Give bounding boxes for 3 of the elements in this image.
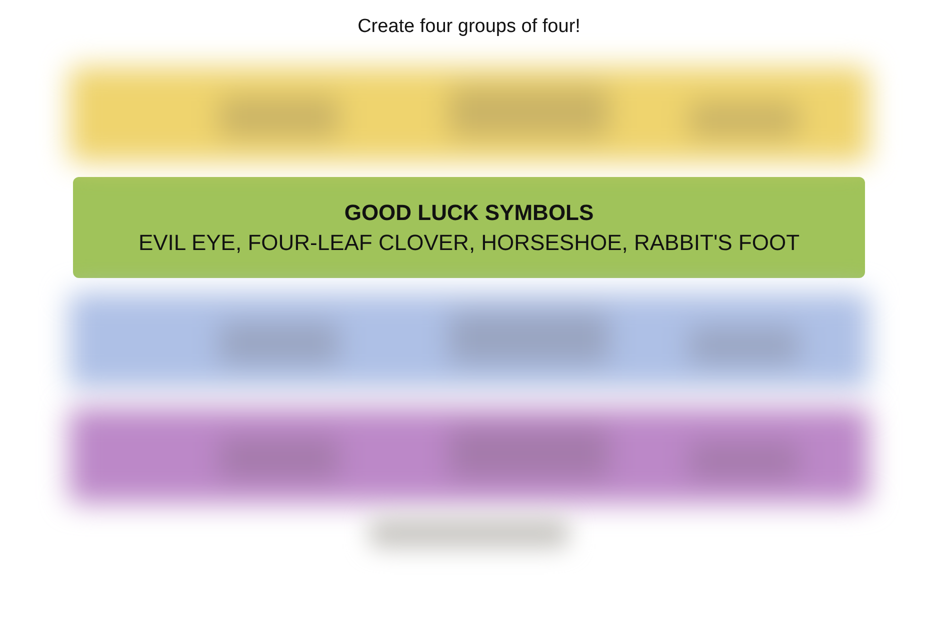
category-name: GOOD LUCK SYMBOLS: [344, 200, 594, 226]
puzzle-instruction: Create four groups of four!: [358, 16, 580, 38]
category-members: EVIL EYE, FOUR-LEAF CLOVER, HORSESHOE, RABBIT'S FOOT: [138, 230, 800, 256]
